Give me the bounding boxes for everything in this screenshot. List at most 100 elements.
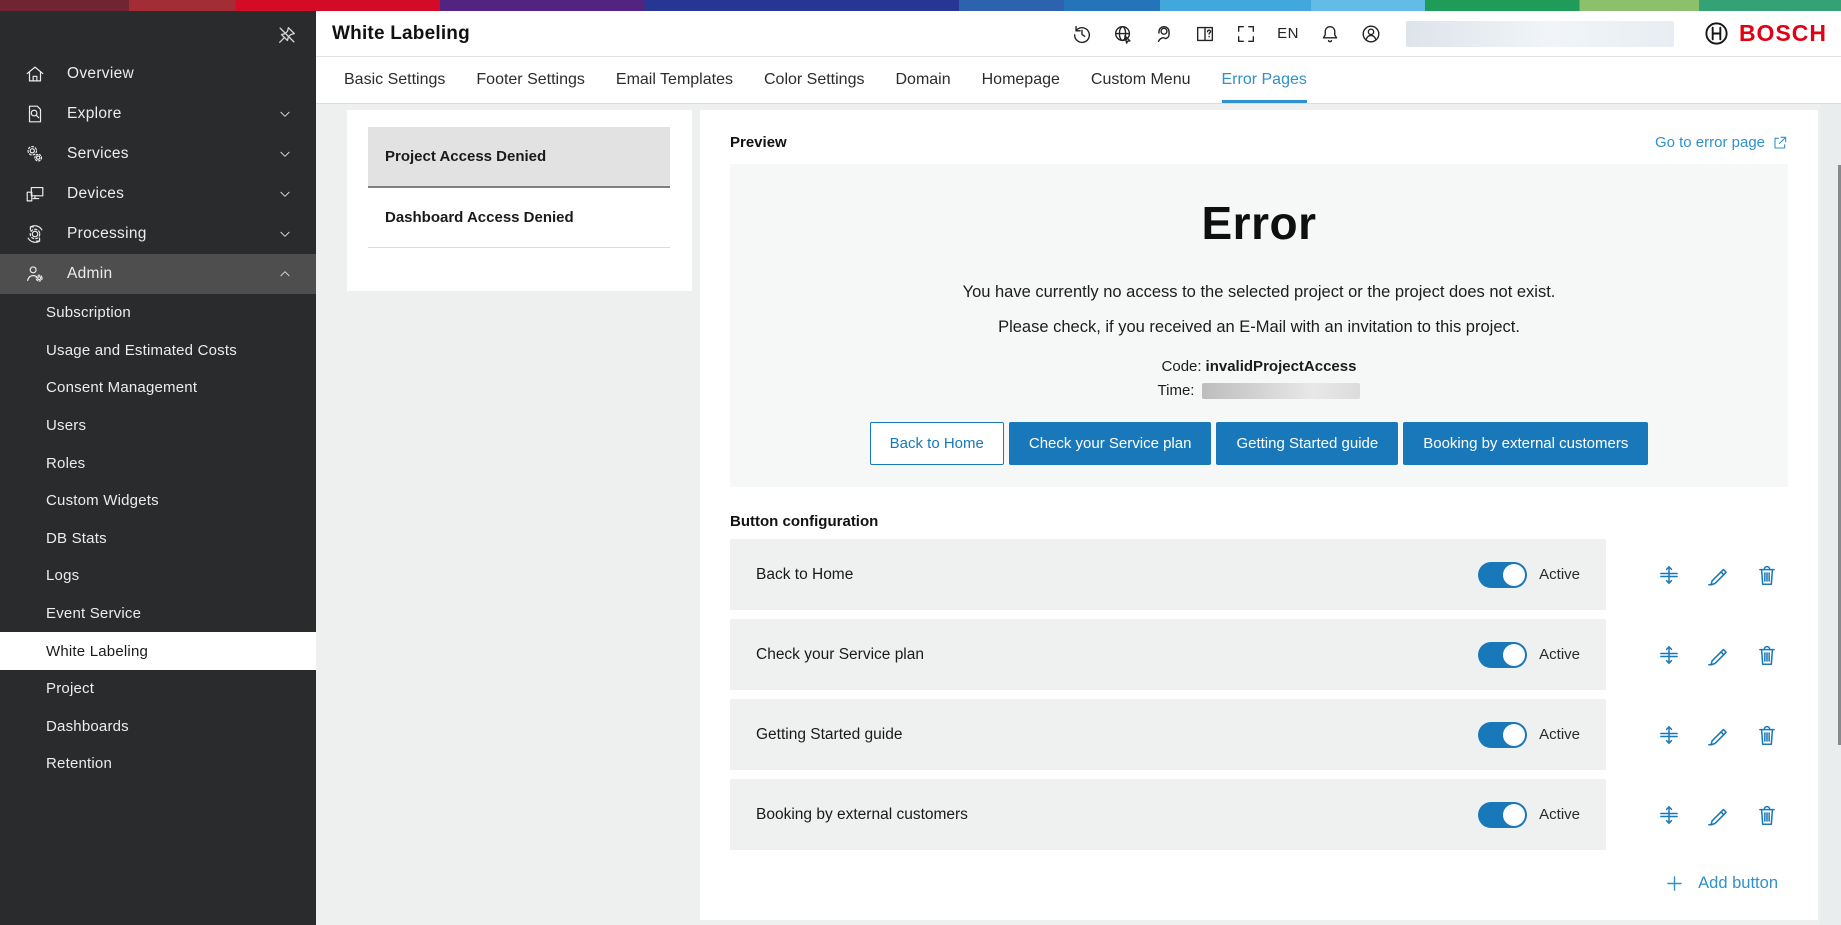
tab-custom-menu[interactable]: Custom Menu	[1091, 57, 1191, 103]
sub-item-label: Project	[46, 680, 94, 697]
edit-pencil-icon[interactable]	[1705, 722, 1731, 748]
error-page-detail: Preview Go to error page Error You have …	[700, 110, 1818, 920]
sidebar-item-retention[interactable]: Retention	[0, 745, 316, 783]
sidebar-item-custom-widgets[interactable]: Custom Widgets	[0, 482, 316, 520]
config-row-state: Active	[1478, 642, 1580, 668]
sidebar-item-processing[interactable]: Processing	[0, 214, 316, 254]
chevron-up-icon	[278, 267, 292, 281]
sidebar-item-admin[interactable]: Admin	[0, 254, 316, 294]
active-toggle[interactable]	[1478, 642, 1527, 668]
active-toggle[interactable]	[1478, 802, 1527, 828]
preview-button-booking-external-customers[interactable]: Booking by external customers	[1403, 422, 1648, 465]
globe-icon[interactable]	[1111, 22, 1135, 46]
tab-basic-settings[interactable]: Basic Settings	[344, 57, 445, 103]
preview-button-check-service-plan[interactable]: Check your Service plan	[1009, 422, 1212, 465]
help-book-icon[interactable]	[1193, 22, 1217, 46]
history-icon[interactable]	[1070, 22, 1094, 46]
config-row-state: Active	[1478, 802, 1580, 828]
user-avatar-icon[interactable]	[1359, 22, 1383, 46]
tab-color-settings[interactable]: Color Settings	[764, 57, 865, 103]
reorder-icon[interactable]	[1656, 802, 1682, 828]
tab-error-pages[interactable]: Error Pages	[1222, 57, 1307, 103]
delete-trash-icon[interactable]	[1754, 562, 1780, 588]
active-toggle[interactable]	[1478, 562, 1527, 588]
tab-domain[interactable]: Domain	[895, 57, 950, 103]
sub-item-label: Consent Management	[46, 379, 197, 396]
preview-button-back-to-home[interactable]: Back to Home	[870, 422, 1004, 465]
tab-footer-settings[interactable]: Footer Settings	[476, 57, 585, 103]
fullscreen-icon[interactable]	[1234, 22, 1258, 46]
sidebar-item-users[interactable]: Users	[0, 407, 316, 445]
language-selector[interactable]: EN	[1275, 25, 1301, 42]
sidebar-item-overview[interactable]: Overview	[0, 54, 316, 94]
plus-icon	[1664, 873, 1685, 894]
reorder-icon[interactable]	[1656, 642, 1682, 668]
status-label: Active	[1539, 806, 1580, 823]
error-code-line: Code:invalidProjectAccess	[730, 358, 1788, 375]
external-link-icon	[1772, 135, 1788, 151]
config-row-check-service-plan: Check your Service plan Active	[730, 619, 1606, 690]
support-icon[interactable]	[1152, 22, 1176, 46]
sidebar-item-explore[interactable]: Explore	[0, 94, 316, 134]
reorder-icon[interactable]	[1656, 722, 1682, 748]
sidebar-item-usage-and-estimated-costs[interactable]: Usage and Estimated Costs	[0, 332, 316, 370]
error-time-redacted	[1202, 383, 1360, 399]
unpin-sidebar-icon[interactable]	[276, 24, 298, 46]
list-item-project-access-denied[interactable]: Project Access Denied	[368, 127, 670, 188]
button-config-row: Back to Home Active	[730, 539, 1788, 610]
toggle-knob	[1503, 644, 1525, 666]
chevron-down-icon	[278, 227, 292, 241]
sidebar-item-label: Devices	[67, 185, 124, 203]
add-button[interactable]: Add button	[1664, 873, 1778, 894]
delete-trash-icon[interactable]	[1754, 642, 1780, 668]
sidebar-item-db-stats[interactable]: DB Stats	[0, 520, 316, 558]
sidebar-nav: Overview Explore Services Devices	[0, 54, 316, 783]
sidebar-item-roles[interactable]: Roles	[0, 444, 316, 482]
error-preview-buttons: Back to Home Check your Service plan Get…	[730, 422, 1788, 465]
sidebar-item-label: Explore	[67, 105, 122, 123]
button-config-row: Check your Service plan Active	[730, 619, 1788, 690]
config-row-label: Booking by external customers	[756, 806, 968, 824]
active-toggle[interactable]	[1478, 722, 1527, 748]
error-preview-message-1: You have currently no access to the sele…	[730, 283, 1788, 302]
edit-pencil-icon[interactable]	[1705, 802, 1731, 828]
sidebar-item-consent-management[interactable]: Consent Management	[0, 369, 316, 407]
explore-icon	[24, 103, 46, 125]
button-configuration-heading: Button configuration	[730, 513, 1788, 530]
add-button-row: Add button	[730, 873, 1788, 894]
notifications-bell-icon[interactable]	[1318, 22, 1342, 46]
tab-homepage[interactable]: Homepage	[982, 57, 1060, 103]
sidebar-item-devices[interactable]: Devices	[0, 174, 316, 214]
row-actions	[1606, 642, 1788, 668]
row-actions	[1606, 722, 1788, 748]
tab-email-templates[interactable]: Email Templates	[616, 57, 733, 103]
edit-pencil-icon[interactable]	[1705, 562, 1731, 588]
delete-trash-icon[interactable]	[1754, 802, 1780, 828]
sidebar-item-label: Overview	[67, 65, 134, 83]
sidebar-item-services[interactable]: Services	[0, 134, 316, 174]
sidebar-item-label: Admin	[67, 265, 112, 283]
sidebar-item-project[interactable]: Project	[0, 670, 316, 708]
gears-icon	[24, 143, 46, 165]
sidebar-item-event-service[interactable]: Event Service	[0, 595, 316, 633]
config-row-state: Active	[1478, 562, 1580, 588]
error-time-label: Time:	[1158, 382, 1195, 399]
home-icon	[24, 63, 46, 85]
sidebar-item-white-labeling[interactable]: White Labeling	[0, 632, 316, 670]
go-to-error-page-link[interactable]: Go to error page	[1655, 134, 1788, 151]
status-label: Active	[1539, 566, 1580, 583]
sidebar-item-dashboards[interactable]: Dashboards	[0, 708, 316, 746]
sidebar-item-logs[interactable]: Logs	[0, 557, 316, 595]
chevron-down-icon	[278, 147, 292, 161]
delete-trash-icon[interactable]	[1754, 722, 1780, 748]
scrollbar[interactable]	[1820, 104, 1841, 925]
list-item-dashboard-access-denied[interactable]: Dashboard Access Denied	[368, 188, 670, 248]
sidebar-item-subscription[interactable]: Subscription	[0, 294, 316, 332]
edit-pencil-icon[interactable]	[1705, 642, 1731, 668]
devices-icon	[24, 183, 46, 205]
preview-button-getting-started-guide[interactable]: Getting Started guide	[1216, 422, 1398, 465]
error-code-label: Code:	[1162, 358, 1202, 375]
user-name-redacted	[1406, 21, 1674, 47]
admin-user-icon	[24, 263, 46, 285]
reorder-icon[interactable]	[1656, 562, 1682, 588]
